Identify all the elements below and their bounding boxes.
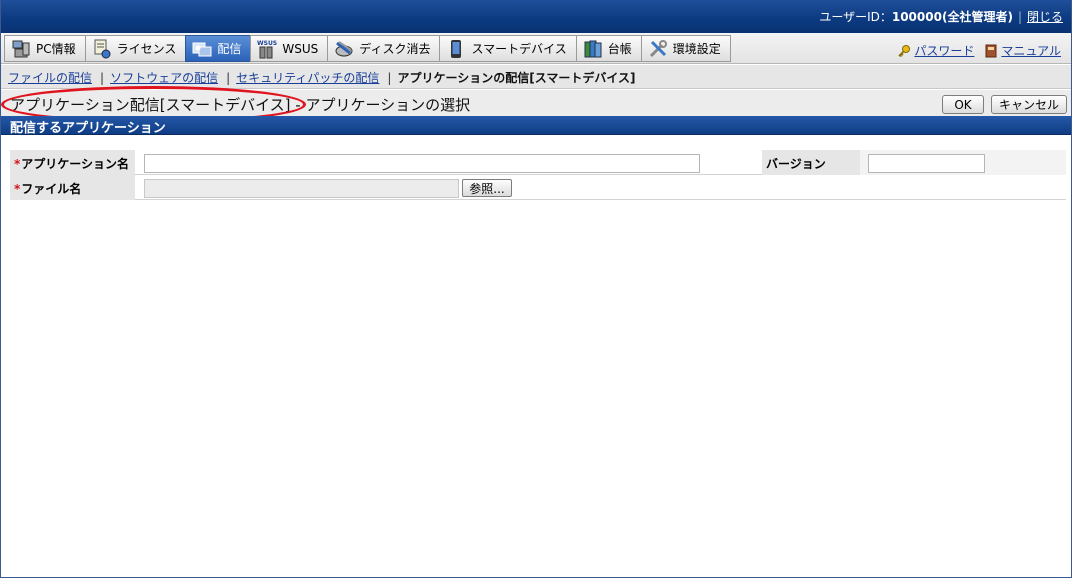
user-id-value: 100000(全社管理者): [891, 10, 1013, 24]
subnav-current-app-delivery: アプリケーションの配信[スマートデバイス]: [397, 71, 636, 85]
tab-label: 台帳: [607, 42, 632, 56]
disk-erase-icon: [334, 39, 354, 59]
cancel-button[interactable]: キャンセル: [991, 95, 1067, 114]
version-label: バージョン: [762, 150, 860, 175]
pc-info-icon: [11, 39, 31, 59]
required-mark: *: [14, 157, 21, 171]
tab-label: 環境設定: [672, 42, 721, 56]
tab-license[interactable]: ライセンス: [84, 35, 186, 62]
application-form: *アプリケーション名 バージョン *ファイル名 参照...: [10, 150, 1066, 200]
tab-label: ディスク消去: [359, 42, 431, 56]
manual-link[interactable]: マニュアル: [984, 42, 1061, 59]
app-name-label-text: アプリケーション名: [21, 157, 130, 171]
required-mark: *: [14, 182, 21, 196]
tab-label: 配信: [217, 42, 242, 56]
tab-label: PC情報: [36, 42, 76, 56]
user-id-label: ユーザーID：: [819, 10, 892, 24]
password-link-label: パスワード: [914, 44, 975, 58]
ok-button[interactable]: OK: [942, 95, 984, 114]
svg-text:WSUS: WSUS: [257, 40, 277, 47]
section-header: 配信するアプリケーション: [1, 116, 1071, 136]
file-name-input[interactable]: [144, 179, 459, 198]
smart-device-icon: [446, 39, 466, 59]
version-input[interactable]: [868, 154, 985, 173]
version-label-text: バージョン: [766, 157, 826, 171]
file-name-label: *ファイル名: [10, 175, 135, 200]
ledger-icon: [583, 39, 603, 59]
top-header: ユーザーID：100000(全社管理者) | 閉じる: [1, 0, 1071, 33]
password-link[interactable]: パスワード: [897, 42, 974, 59]
tab-label: ライセンス: [116, 42, 177, 56]
wsus-icon: WSUS: [257, 39, 277, 59]
settings-icon: [648, 39, 668, 59]
book-icon: [984, 44, 998, 58]
page-title-bar: アプリケーション配信[スマートデバイス] - アプリケーションの選択 OK キャ…: [1, 90, 1071, 116]
subnav-software-delivery[interactable]: ソフトウェアの配信: [110, 71, 218, 85]
file-name-row: *ファイル名 参照...: [10, 175, 1066, 200]
browse-button[interactable]: 参照...: [462, 179, 512, 197]
header-separator: |: [1017, 10, 1022, 24]
tab-pc-info[interactable]: PC情報: [4, 35, 85, 62]
tab-label: スマートデバイス: [471, 42, 567, 56]
manual-link-label: マニュアル: [1001, 44, 1061, 58]
tab-smart-device[interactable]: スマートデバイス: [439, 35, 576, 62]
sub-navigation: ファイルの配信 | ソフトウェアの配信 | セキュリティパッチの配信 | アプリケーションの…: [1, 65, 1071, 89]
menu-right-links: パスワード マニュアル: [897, 42, 1061, 59]
subnav-separator: |: [100, 71, 105, 85]
app-name-row: *アプリケーション名 バージョン: [10, 150, 1066, 175]
delivery-icon: [192, 39, 212, 59]
app-name-input[interactable]: [144, 154, 700, 173]
main-tabs: PC情報 ライセンス 配信 WSUS WSUS ディスク消去 スマートデバイス …: [4, 35, 731, 62]
main-menu-bar: PC情報 ライセンス 配信 WSUS WSUS ディスク消去 スマートデバイス …: [1, 33, 1071, 64]
app-name-label: *アプリケーション名: [10, 150, 135, 175]
subnav-file-delivery[interactable]: ファイルの配信: [8, 71, 92, 85]
tab-label: WSUS: [282, 41, 319, 56]
user-info: ユーザーID：100000(全社管理者) | 閉じる: [819, 8, 1063, 25]
key-icon: [897, 44, 911, 58]
subnav-separator: |: [387, 71, 392, 85]
subnav-security-patch-delivery[interactable]: セキュリティパッチの配信: [236, 71, 379, 85]
close-link[interactable]: 閉じる: [1027, 10, 1063, 24]
tab-disk-erase[interactable]: ディスク消去: [327, 35, 440, 62]
license-icon: [92, 39, 112, 59]
tab-delivery[interactable]: 配信: [185, 35, 251, 62]
subnav-separator: |: [226, 71, 231, 85]
page-title: アプリケーション配信[スマートデバイス] - アプリケーションの選択: [10, 96, 471, 114]
tab-ledger[interactable]: 台帳: [575, 35, 641, 62]
app-window: ユーザーID：100000(全社管理者) | 閉じる PC情報 ライセンス 配信…: [0, 0, 1072, 578]
tab-settings[interactable]: 環境設定: [640, 35, 731, 62]
tab-wsus[interactable]: WSUS WSUS: [250, 35, 328, 62]
file-name-label-text: ファイル名: [21, 182, 82, 196]
